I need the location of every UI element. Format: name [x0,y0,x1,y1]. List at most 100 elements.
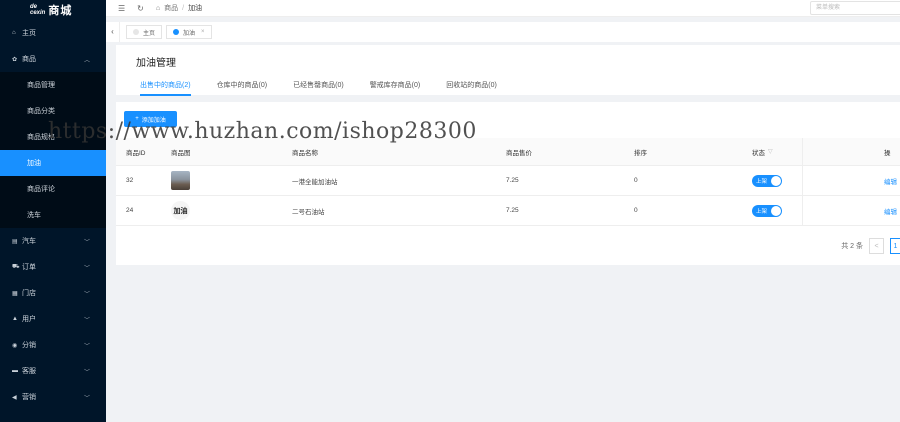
sidebar-item-label: 汽车 [22,238,36,245]
submenu: 商品管理 商品分类 商品规格 加油 商品评论 洗车 [0,72,106,228]
fixed-column-divider [802,196,803,225]
chevron-down-icon: ﹀ [83,317,90,324]
goods-table: 商品ID 商品图 商品名称 商品售价 排序 状态 ▽ 操 32 一港全能加油站 7.… [116,138,900,226]
sidebar-item-0[interactable]: ⌂ 主页 [0,20,106,46]
breadcrumb-root[interactable]: 商品 [164,3,178,13]
refresh-icon[interactable]: ↻ [137,4,144,13]
store-icon: ▦ [12,290,18,297]
sidebar-item-label: 营销 [22,394,36,401]
submenu-item[interactable]: 商品评论 [0,176,106,202]
cell-name: 一港全能加油站 [292,178,338,186]
toggle-knob [771,205,781,216]
tab-dot-icon [133,29,139,35]
status-toggle[interactable]: 上架 [752,204,782,217]
status-tab[interactable]: 出售中的商品(2) [140,80,191,96]
status-tab[interactable]: 仓库中的商品(0) [217,80,268,96]
submenu-item[interactable]: 商品管理 [0,72,106,98]
cell-image [171,166,190,195]
logo-mark: de cexin [30,4,46,16]
tab-label: 加油 [183,30,196,37]
menu-search-input[interactable]: 菜单搜索 [810,1,900,15]
product-thumbnail[interactable]: 加油 [171,201,190,220]
sidebar-item-1[interactable]: ✿ 商品 ︿ [0,46,106,72]
col-operation: 操 [884,149,891,157]
breadcrumb-current: 加油 [188,5,203,12]
tab-home[interactable]: 主页 [126,25,163,39]
cell-status: 上架 [752,196,782,225]
page-number-button[interactable]: 1 [890,238,900,254]
prev-page-button[interactable]: < [869,238,884,254]
chevron-up-icon: ︿ [83,57,90,64]
breadcrumb: ⌂ 商品 / 加油 [156,3,202,13]
logo-text: 商城 [48,5,73,17]
fixed-column-divider [802,138,803,165]
submenu-item[interactable]: 加油 [0,150,106,176]
sidebar-item-label: 客服 [22,368,36,375]
filter-icon[interactable]: ▽ [768,148,773,155]
status-tab[interactable]: 警戒库存商品(0) [370,80,421,96]
pagination: 共 2 条 < 1 [841,238,900,254]
table-row: 32 一港全能加油站 7.25 0 上架 编辑 [116,166,900,196]
watermark-text: https://www.huzhan.com/ishop28300 [48,119,477,144]
edit-link[interactable]: 编辑 [884,206,897,216]
cell-sort: 0 [634,207,638,214]
cell-status: 上架 [752,166,782,195]
sidebar-item-3[interactable]: ⛟ 订单 ﹀ [0,254,106,280]
cell-sort: 0 [634,177,638,184]
submenu-item[interactable]: 洗车 [0,202,106,228]
cell-image: 加油 [171,196,190,225]
sidebar-item-5[interactable]: ▲ 用户 ﹀ [0,306,106,332]
logo: de cexin 商城 [0,0,106,20]
sidebar-item-label: 门店 [22,290,36,297]
cell-id: 24 [126,207,134,214]
sidebar-item-label: 订单 [22,264,36,271]
tabs-scroll-left-icon[interactable]: ‹ [106,22,120,42]
status-tab[interactable]: 已经售罄商品(0) [293,80,344,96]
cell-name: 二号石油站 [292,208,325,216]
status-tab[interactable]: 回收站的商品(0) [446,80,497,96]
chevron-down-icon: ﹀ [83,369,90,376]
edit-link[interactable]: 编辑 [884,176,897,186]
col-sort: 排序 [634,149,647,157]
sidebar-item-label: 用户 [22,316,36,323]
chevron-down-icon: ﹀ [83,343,90,350]
sidebar-item-label: 主页 [22,30,36,37]
cart-icon: ⛟ [12,264,20,270]
home-icon: ⌂ [12,30,16,36]
table-row: 24 加油 二号石油站 7.25 0 上架 编辑 [116,196,900,226]
breadcrumb-separator: / [182,4,185,12]
user-icon: ▲ [12,316,18,322]
col-price: 商品售价 [506,149,532,157]
title-panel: 加油管理 出售中的商品(2) 仓库中的商品(0) 已经售罄商品(0) 警戒库存商品(0… [116,45,900,96]
home-icon: ⌂ [155,4,161,12]
menu-toggle-icon[interactable]: ☰ [118,4,125,13]
tab-label: 主页 [143,30,156,37]
toggle-knob [771,175,781,186]
cell-operation: 编辑 [884,196,897,225]
sidebar-item-label: 分销 [22,342,36,349]
fixed-column-divider [802,166,803,195]
status-tabs: 出售中的商品(2) 仓库中的商品(0) 已经售罄商品(0) 警戒库存商品(0) 回收站的… [140,80,523,96]
tab-refuel[interactable]: 加油 × [166,25,212,39]
sidebar-menu: ⌂ 主页 ✿ 商品 ︿ 商品管理 商品分类 商品规格 加油 商品评论 洗车 ▤ 汽车 ﹀ ⛟ 订单 ﹀ ▦ 门店 ﹀ ▲… [0,20,106,410]
chevron-down-icon: ﹀ [83,239,90,246]
cell-operation: 编辑 [884,166,897,195]
top-header: ☰ ↻ ⌂ 商品 / 加油 菜单搜索 [106,0,900,17]
sidebar-item-8[interactable]: ◀ 营销 ﹀ [0,384,106,410]
tab-dot-icon [173,29,180,35]
chevron-down-icon: ﹀ [83,291,90,298]
sidebar-item-2[interactable]: ▤ 汽车 ﹀ [0,228,106,254]
cell-price: 7.25 [506,207,519,214]
product-thumbnail[interactable] [171,171,190,190]
chevron-down-icon: ﹀ [83,395,90,402]
sidebar: de cexin 商城 ⌂ 主页 ✿ 商品 ︿ 商品管理 商品分类 商品规格 加油 商品评论 洗车 ▤ 汽… [0,0,106,422]
status-toggle[interactable]: 上架 [752,174,782,187]
sidebar-item-label: 商品 [22,56,36,63]
chevron-down-icon: ﹀ [83,265,90,272]
close-icon[interactable]: × [201,29,205,35]
col-status[interactable]: 状态 ▽ [752,138,773,165]
sidebar-item-6[interactable]: ◉ 分销 ﹀ [0,332,106,358]
pagination-total: 共 2 条 [841,243,863,250]
sidebar-item-4[interactable]: ▦ 门店 ﹀ [0,280,106,306]
sidebar-item-7[interactable]: ▬ 客服 ﹀ [0,358,106,384]
